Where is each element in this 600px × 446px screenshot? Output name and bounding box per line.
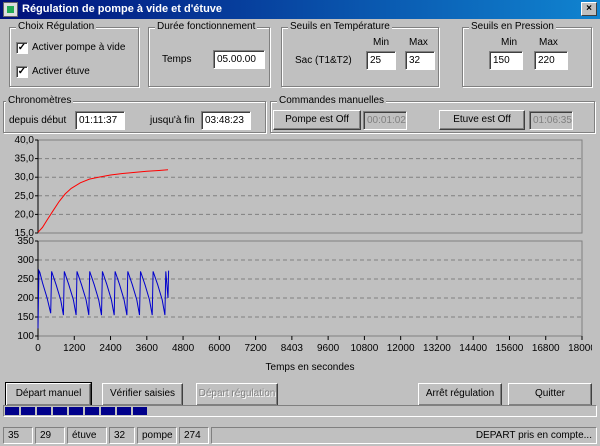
x-tick-label: 12000 xyxy=(387,343,415,354)
seuils-temperature-group: Seuils en Température Min Max Sac (T1&T2… xyxy=(281,21,439,87)
activer-etuve-checkbox[interactable]: ✓ xyxy=(16,66,28,78)
sac-label: Sac (T1&T2) xyxy=(295,55,352,66)
choix-regulation-title: Choix Régulation xyxy=(16,21,97,32)
x-tick-label: 6000 xyxy=(208,343,231,354)
press-y-tick-label: 350 xyxy=(17,236,34,247)
x-tick-label: 14400 xyxy=(459,343,487,354)
x-tick-label: 10800 xyxy=(350,343,378,354)
verifier-saisies-button[interactable]: Vérifier saisies xyxy=(102,383,183,406)
x-tick-label: 3600 xyxy=(136,343,159,354)
pompe-time-field: 00:01:02 xyxy=(363,111,407,130)
temp-max-input[interactable]: 32 xyxy=(405,51,435,70)
x-tick-label: 16800 xyxy=(532,343,560,354)
jusqu-a-fin-field: 03:48:23 xyxy=(201,111,251,130)
choix-regulation-group: Choix Régulation ✓ Activer pompe à vide … xyxy=(9,21,139,87)
activer-etuve-label[interactable]: Activer étuve xyxy=(32,66,90,77)
press-y-tick-label: 150 xyxy=(17,312,34,323)
quitter-button[interactable]: Quitter xyxy=(508,383,592,406)
status-cell: étuve xyxy=(67,427,107,444)
etuve-toggle-button[interactable]: Etuve est Off xyxy=(439,110,525,130)
status-cell: pompe xyxy=(137,427,177,444)
press-max-label: Max xyxy=(539,37,558,48)
duree-group: Durée fonctionnement Temps 05.00.00 xyxy=(148,21,270,87)
commandes-manuelles-group: Commandes manuelles Pompe est Off 00:01:… xyxy=(270,95,595,133)
press-y-tick-label: 100 xyxy=(17,331,34,342)
arret-regulation-button[interactable]: Arrêt régulation xyxy=(418,383,502,406)
x-tick-label: 0 xyxy=(35,343,41,354)
temp-y-tick-label: 30,0 xyxy=(15,172,35,183)
title-bar: Régulation de pompe à vide et d'étuve × xyxy=(0,0,600,19)
temp-y-tick-label: 35,0 xyxy=(15,154,35,165)
depart-regulation-button[interactable]: Départ régulation xyxy=(196,383,278,406)
temps-input[interactable]: 05.00.00 xyxy=(213,50,265,69)
temp-plot-area xyxy=(37,139,583,234)
app-icon xyxy=(3,2,18,17)
temp-min-label: Min xyxy=(373,37,390,48)
status-cell: 35 xyxy=(3,427,33,444)
temps-label: Temps xyxy=(162,54,192,65)
close-button[interactable]: × xyxy=(581,2,597,16)
etuve-time-field: 01:06:35 xyxy=(529,111,573,130)
x-tick-label: 4800 xyxy=(172,343,195,354)
monitoring-charts: 15,020,025,030,035,040,01001502002503003… xyxy=(15,135,592,373)
x-tick-label: 8403 xyxy=(281,343,304,354)
commandes-manuelles-title: Commandes manuelles xyxy=(277,95,387,106)
temp-min-input[interactable]: 25 xyxy=(366,51,396,70)
jusqu-a-fin-label: jusqu'à fin xyxy=(150,115,195,126)
temp-y-tick-label: 25,0 xyxy=(15,191,35,202)
x-tick-label: 15600 xyxy=(496,343,524,354)
x-tick-label: 9600 xyxy=(317,343,340,354)
duree-title: Durée fonctionnement xyxy=(155,21,258,32)
x-tick-label: 18000 xyxy=(568,343,592,354)
seuils-temperature-title: Seuils en Température xyxy=(288,21,392,32)
temp-max-label: Max xyxy=(409,37,428,48)
depuis-debut-field: 01:11:37 xyxy=(75,111,125,130)
window-title: Régulation de pompe à vide et d'étuve xyxy=(22,3,223,15)
temp-y-tick-label: 20,0 xyxy=(15,209,35,220)
progress-bar xyxy=(3,405,597,417)
status-message: DEPART pris en compte... xyxy=(211,427,597,444)
x-tick-label: 7200 xyxy=(244,343,267,354)
seuils-pression-title: Seuils en Pression xyxy=(469,21,556,32)
progress-fill xyxy=(5,407,148,415)
press-y-tick-label: 250 xyxy=(17,274,34,285)
status-cell: 274 xyxy=(179,427,209,444)
x-tick-label: 2400 xyxy=(99,343,122,354)
activer-pompe-checkbox[interactable]: ✓ xyxy=(16,42,28,54)
temp-y-tick-label: 40,0 xyxy=(15,135,35,146)
status-cell: 29 xyxy=(35,427,65,444)
press-plot-area xyxy=(37,240,583,337)
press-max-input[interactable]: 220 xyxy=(534,51,568,70)
press-y-tick-label: 300 xyxy=(17,255,34,266)
pompe-toggle-button[interactable]: Pompe est Off xyxy=(273,110,361,130)
press-min-label: Min xyxy=(501,37,518,48)
press-y-tick-label: 200 xyxy=(17,293,34,304)
seuils-pression-group: Seuils en Pression Min Max 150 220 xyxy=(462,21,592,87)
x-tick-label: 1200 xyxy=(63,343,86,354)
chronometres-group: Chronomètres depuis début 01:11:37 jusqu… xyxy=(3,95,266,133)
status-cell: 32 xyxy=(109,427,135,444)
depart-manuel-button[interactable]: Départ manuel xyxy=(5,382,92,407)
activer-pompe-label[interactable]: Activer pompe à vide xyxy=(32,42,125,53)
chronometres-title: Chronomètres xyxy=(6,95,74,106)
check-mark-icon: ✓ xyxy=(17,42,27,53)
check-mark-icon: ✓ xyxy=(17,66,27,77)
depuis-debut-label: depuis début xyxy=(9,115,67,126)
press-min-input[interactable]: 150 xyxy=(489,51,523,70)
x-tick-label: 13200 xyxy=(423,343,451,354)
x-axis-title: Temps en secondes xyxy=(266,362,355,373)
